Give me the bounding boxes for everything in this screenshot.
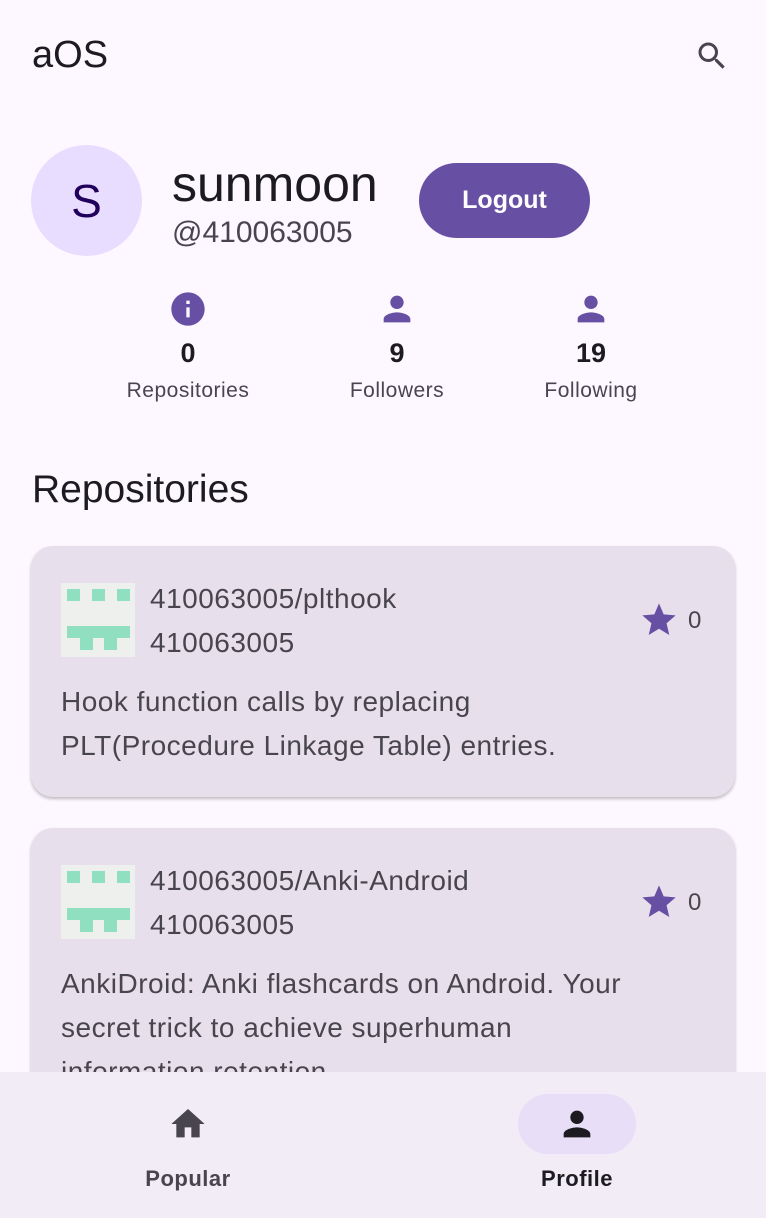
repo-star-count: 0 [688, 889, 702, 916]
stat-label: Following [544, 379, 638, 402]
stat-label: Repositories [126, 379, 250, 402]
info-icon [171, 292, 205, 326]
stat-label: Followers [349, 379, 445, 402]
stat-following[interactable]: 19 Following [501, 288, 681, 403]
nav-item-profile[interactable]: Profile [497, 1094, 657, 1192]
top-app-bar: aOS [0, 0, 766, 112]
repo-owner: 410063005 [150, 909, 295, 940]
person-icon [563, 1110, 591, 1138]
repo-name[interactable]: 410063005/plthook [150, 583, 397, 615]
app-title: aOS [32, 34, 109, 76]
identicon-image [61, 583, 135, 657]
repo-description-line: Hook function calls by replacing [61, 686, 471, 717]
avatar: S [31, 145, 142, 256]
repositories-section-title: Repositories [32, 468, 249, 511]
stat-value: 19 [575, 338, 607, 368]
stat-followers[interactable]: 9 Followers [307, 288, 487, 403]
person-icon [577, 295, 605, 323]
repo-description: Hook function calls by replacing PLT(Pro… [61, 680, 701, 768]
avatar-letter: S [71, 174, 102, 227]
nav-label: Popular [145, 1166, 231, 1191]
home-icon [171, 1109, 205, 1138]
nav-label: Profile [541, 1166, 613, 1191]
stat-value: 0 [180, 338, 196, 368]
profile-username: sunmoon [172, 156, 378, 212]
person-icon [383, 295, 411, 323]
repo-card[interactable]: 410063005/plthook 410063005 0 Hook funct… [31, 546, 735, 797]
nav-indicator [518, 1094, 636, 1154]
search-icon [698, 42, 725, 69]
repo-description-line: PLT(Procedure Linkage Table) entries. [61, 730, 557, 761]
identicon-image [61, 865, 135, 939]
bottom-navigation-bar: Popular Profile [0, 1072, 766, 1218]
stat-value: 9 [389, 338, 405, 368]
repo-owner: 410063005 [150, 627, 295, 658]
stat-repositories: 0 Repositories [98, 288, 278, 403]
star-icon [642, 603, 676, 635]
repo-description-line: AnkiDroid: Anki flashcards on Android. Y… [61, 968, 622, 999]
search-button[interactable] [686, 30, 738, 82]
star-icon [642, 885, 676, 917]
nav-item-popular[interactable]: Popular [108, 1094, 268, 1192]
profile-handle: @410063005 [172, 216, 353, 249]
repo-star-count: 0 [688, 607, 702, 634]
nav-indicator [129, 1094, 247, 1154]
repo-description-line: secret trick to achieve superhuman [61, 1012, 513, 1043]
logout-button[interactable]: Logout [419, 163, 590, 238]
repo-name[interactable]: 410063005/Anki-Android [150, 865, 469, 897]
